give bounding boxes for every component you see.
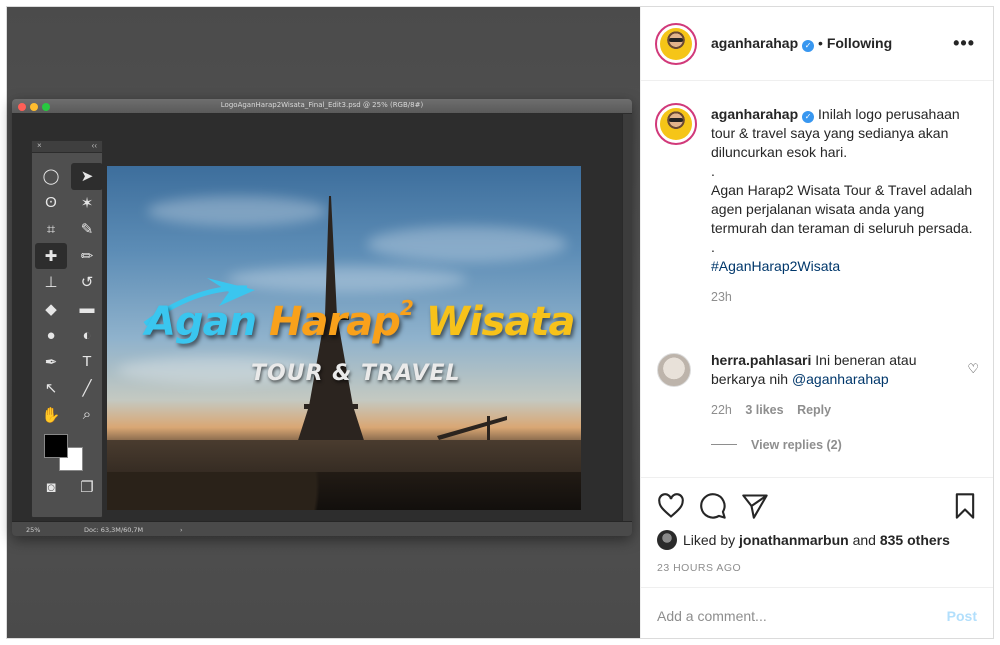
pen-tool-icon: ✒ (44, 353, 58, 371)
comment-input[interactable]: Add a comment... (657, 608, 767, 624)
line-tool-icon: ╱ (82, 380, 92, 398)
caption-text-4: . (711, 239, 715, 255)
share-icon[interactable] (741, 492, 769, 520)
logo-word-harap: Harap (269, 299, 401, 345)
zoom-level: 25% (26, 526, 41, 534)
heart-icon[interactable] (657, 492, 685, 520)
logo-word-agan: Agan (145, 299, 257, 345)
post-header: aganharahap ✓ • Following ••• (641, 7, 993, 81)
blur-tool-icon: ● (46, 326, 56, 344)
verified-badge-icon: ✓ (802, 40, 815, 52)
liker-avatar[interactable] (657, 530, 677, 550)
liked-by-others[interactable]: 835 others (880, 532, 950, 548)
author-username[interactable]: aganharahap (711, 35, 798, 51)
post-media[interactable]: LogoAganHarap2Wisata_Final_Edit3.psd @ 2… (7, 7, 640, 638)
logo-superscript: 2 (399, 296, 414, 320)
foreground-color-swatch (44, 434, 68, 458)
clone-stamp-icon: ⊥ (44, 274, 58, 292)
post-comment-button[interactable]: Post (947, 608, 977, 624)
lasso-tool-icon: ʘ (45, 194, 57, 212)
hashtag-link[interactable]: #AganHarap2Wisata (711, 257, 973, 276)
zoom-tool-icon: ⌕ (82, 406, 92, 424)
verified-badge-icon: ✓ (802, 111, 815, 123)
author-avatar[interactable] (655, 23, 697, 65)
post-sidebar: aganharahap ✓ • Following ••• aganharahap… (640, 7, 993, 638)
logo-word-wisata: Wisata (425, 299, 576, 345)
path-selection-icon: ↖ (44, 380, 58, 398)
eyedropper-icon: ✎ (80, 221, 94, 239)
gradient-tool-icon: ▬ (79, 300, 95, 318)
comment: herra.pahlasari Ini beneran atau berkary… (711, 351, 961, 455)
status-arrow-icon: › (180, 526, 183, 534)
post-caption: aganharahap ✓ Inilah logo perusahaan tour… (711, 105, 973, 307)
document-size: Doc: 63,3M/60,7M (84, 526, 144, 534)
commenter-avatar[interactable] (657, 353, 691, 387)
magic-wand-icon: ✶ (80, 194, 94, 212)
photoshop-statusbar: 25% Doc: 63,3M/60,7M › (12, 521, 632, 536)
move-tool-icon: ➤ (71, 163, 103, 190)
dot-separator: • (818, 35, 827, 51)
liked-by-prefix: Liked by (683, 532, 736, 548)
healing-brush-icon: ✚ (35, 242, 67, 269)
history-brush-icon: ↺ (80, 274, 94, 292)
comment-like-heart-icon[interactable]: ♡ (967, 361, 979, 377)
dodge-tool-icon: ◐ (82, 326, 92, 344)
replies-line (711, 444, 737, 445)
comment-icon[interactable] (699, 492, 727, 520)
crop-tool-icon: ⌗ (46, 220, 56, 238)
following-button[interactable]: Following (827, 35, 892, 51)
bookmark-icon[interactable] (951, 492, 979, 520)
liked-by-summary: Liked by jonathanmarbun and 835 others (657, 530, 950, 550)
type-tool-icon: T (82, 353, 92, 371)
screen-mode-icon: ❐ (80, 479, 94, 497)
color-swatches (32, 428, 102, 471)
commenter-username[interactable]: herra.pahlasari (711, 352, 811, 368)
comment-mention[interactable]: @aganharahap (792, 371, 889, 387)
logo-subtitle: TOUR & TRAVEL (251, 361, 461, 386)
caption-author-username[interactable]: aganharahap (711, 106, 798, 122)
marquee-tool-icon: ◯ (42, 168, 60, 186)
liked-by-joiner: and (852, 532, 876, 548)
caption-author-avatar[interactable] (655, 103, 697, 145)
eiffel-tower-photo: Agan Harap2 Wisata TOUR & TRAVEL (107, 166, 581, 510)
photoshop-window: LogoAganHarap2Wisata_Final_Edit3.psd @ 2… (12, 99, 632, 536)
view-replies-button[interactable]: View replies (2) (751, 438, 842, 452)
photoshop-titlebar: LogoAganHarap2Wisata_Final_Edit3.psd @ 2… (12, 99, 632, 114)
brush-tool-icon: ✏ (80, 247, 94, 265)
liked-by-user[interactable]: jonathanmarbun (739, 532, 849, 548)
eraser-icon: ◆ (45, 300, 57, 318)
comment-likes[interactable]: 3 likes (745, 403, 783, 417)
hand-tool-icon: ✋ (41, 406, 61, 424)
toolbox-collapse-icon: ‹‹ (91, 141, 97, 150)
toolbox-header: × ‹‹ (32, 141, 102, 153)
canvas-area: × ‹‹ ◯ ➤ ʘ ✶ ⌗ ✎ ✚ ✏ ⊥ ↺ ◆ ▬ ● ◐ ✒ T ↖ ╱… (12, 114, 632, 521)
toolbox-close-icon: × (37, 141, 42, 150)
quick-mask-icon: ◙ (46, 478, 56, 496)
company-logo-text: Agan Harap2 Wisata (145, 296, 576, 345)
vertical-scrollbar (622, 114, 632, 521)
post-time-ago[interactable]: 23 HOURS AGO (657, 562, 741, 574)
post-actions: Liked by jonathanmarbun and 835 others 2… (641, 477, 993, 587)
caption-text-2: . (711, 163, 715, 179)
instagram-post-modal: LogoAganHarap2Wisata_Final_Edit3.psd @ 2… (6, 6, 994, 639)
add-comment-bar: Add a comment... Post (641, 587, 993, 638)
caption-timestamp[interactable]: 23h (711, 288, 973, 307)
more-options-icon[interactable]: ••• (953, 33, 975, 54)
document-title: LogoAganHarap2Wisata_Final_Edit3.psd @ 2… (220, 101, 424, 109)
caption-text-3: Agan Harap2 Wisata Tour & Travel adalah … (711, 182, 973, 236)
comment-timestamp[interactable]: 22h (711, 403, 732, 417)
reply-button[interactable]: Reply (797, 403, 831, 417)
photoshop-toolbox: × ‹‹ ◯ ➤ ʘ ✶ ⌗ ✎ ✚ ✏ ⊥ ↺ ◆ ▬ ● ◐ ✒ T ↖ ╱… (31, 140, 103, 518)
